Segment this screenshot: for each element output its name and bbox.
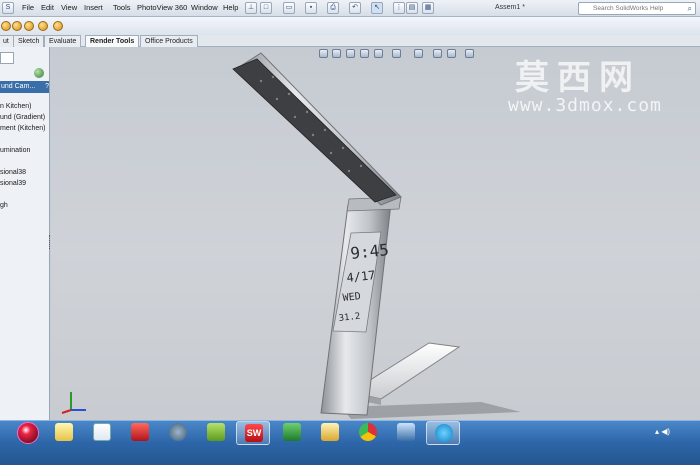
- open-folder-icon[interactable]: ▭: [283, 2, 295, 14]
- menu-file[interactable]: File: [22, 3, 34, 12]
- display-weekday: WED: [342, 291, 361, 304]
- tab-evaluate[interactable]: Evaluate: [44, 35, 82, 47]
- taskbar-explorer[interactable]: [313, 421, 347, 445]
- skype-icon: [435, 424, 453, 442]
- start-button[interactable]: [17, 422, 39, 444]
- panel-header-label: und Cam...: [1, 83, 36, 90]
- menu-edit[interactable]: Edit: [41, 3, 54, 12]
- globe-icon[interactable]: [34, 68, 44, 78]
- search-input[interactable]: [579, 3, 679, 14]
- document-title: Assem1 *: [495, 4, 525, 11]
- menu-window[interactable]: Window: [191, 3, 218, 12]
- list-item[interactable]: sional38: [0, 169, 26, 176]
- search-icon[interactable]: ⌕: [688, 4, 692, 14]
- taskbar-sheet[interactable]: [275, 421, 309, 445]
- taskbar-notebook[interactable]: [199, 421, 233, 445]
- graphics-viewport[interactable]: 9:45 4/17 WED 31.2 莫西网 www.3dmox.com: [51, 47, 700, 420]
- app-menu-icon[interactable]: S: [2, 2, 14, 14]
- taskbar-skype[interactable]: [426, 421, 460, 445]
- new-document-icon[interactable]: □: [260, 2, 272, 14]
- menu-help[interactable]: Help: [223, 3, 238, 12]
- lamp-led-panel: [232, 58, 397, 203]
- help-icon[interactable]: ?: [45, 81, 49, 93]
- file-properties-icon[interactable]: ▤: [406, 2, 418, 14]
- watermark-url: www.3dmox.com: [508, 95, 662, 116]
- list-item[interactable]: und (Gradient): [0, 114, 45, 121]
- taskbar-folder-notes[interactable]: [47, 421, 81, 445]
- taskbar-gmail[interactable]: [85, 421, 119, 445]
- display-time: 9:45: [349, 240, 389, 263]
- axes-triad-icon: [61, 392, 86, 414]
- tab-office-products[interactable]: Office Products: [140, 35, 198, 47]
- panel-header[interactable]: und Cam... ?: [0, 81, 49, 93]
- mail-icon: [93, 423, 111, 441]
- taskbar-red-photo[interactable]: [123, 421, 157, 445]
- explorer-folder-icon: [321, 423, 339, 441]
- traffic-light-icon[interactable]: ⋮: [393, 2, 405, 14]
- list-item[interactable]: sional39: [0, 180, 26, 187]
- tray-arrow-icon[interactable]: ▴: [655, 427, 659, 436]
- sheet-icon: [283, 423, 301, 441]
- scene-icon[interactable]: [24, 21, 34, 31]
- search-box[interactable]: ⌕: [578, 2, 696, 15]
- preview-render-icon[interactable]: [53, 21, 63, 31]
- menu-tools[interactable]: Tools: [113, 3, 131, 12]
- folder-icon: [55, 423, 73, 441]
- notebook-icon: [207, 423, 225, 441]
- windows-taskbar: SW ▴ ◀): [0, 420, 700, 465]
- solidworks-icon: SW: [245, 424, 263, 442]
- menubar: S File Edit View Insert Tools PhotoView …: [0, 0, 700, 17]
- options-icon[interactable]: ▦: [422, 2, 434, 14]
- save-icon[interactable]: ▪: [305, 2, 317, 14]
- print-icon[interactable]: ⎙: [327, 2, 339, 14]
- taskbar-network[interactable]: [389, 421, 423, 445]
- taskbar-mouse[interactable]: [161, 421, 195, 445]
- mouse-icon: [169, 423, 187, 441]
- system-tray: ▴ ◀): [655, 427, 670, 436]
- tab-layout[interactable]: ut: [0, 35, 14, 47]
- menu-insert[interactable]: Insert: [84, 3, 103, 12]
- list-item[interactable]: n Kitchen): [0, 103, 32, 110]
- property-manager-panel: und Cam... ? n Kitchen) und (Gradient) m…: [0, 47, 50, 420]
- command-icon-row: [0, 17, 700, 35]
- render-tool-icon[interactable]: [1, 21, 11, 31]
- menu-photoview[interactable]: PhotoView 360: [137, 3, 187, 12]
- decal-icon[interactable]: [38, 21, 48, 31]
- command-manager-tabs: ut Sketch Evaluate Render Tools Office P…: [0, 35, 700, 47]
- tab-sketch[interactable]: Sketch: [13, 35, 45, 47]
- pin-icon[interactable]: ⊥: [245, 2, 257, 14]
- network-icon: [397, 423, 415, 441]
- list-item[interactable]: gh: [0, 202, 8, 209]
- taskbar-chrome[interactable]: [351, 421, 385, 445]
- list-item[interactable]: umination: [0, 147, 30, 154]
- appearance-icon[interactable]: [12, 21, 22, 31]
- taskbar-solidworks[interactable]: SW: [236, 421, 270, 445]
- tab-render-tools[interactable]: Render Tools: [85, 35, 140, 47]
- panel-tab[interactable]: [0, 52, 14, 64]
- watermark-chinese: 莫西网: [515, 58, 641, 98]
- undo-icon[interactable]: ↶: [349, 2, 361, 14]
- menu-view[interactable]: View: [61, 3, 77, 12]
- photo-app-icon: [131, 423, 149, 441]
- list-item[interactable]: ment (Kitchen): [0, 125, 46, 132]
- chrome-icon: [359, 423, 377, 441]
- volume-icon[interactable]: ◀): [661, 427, 670, 436]
- select-arrow-icon[interactable]: ↖: [371, 2, 383, 14]
